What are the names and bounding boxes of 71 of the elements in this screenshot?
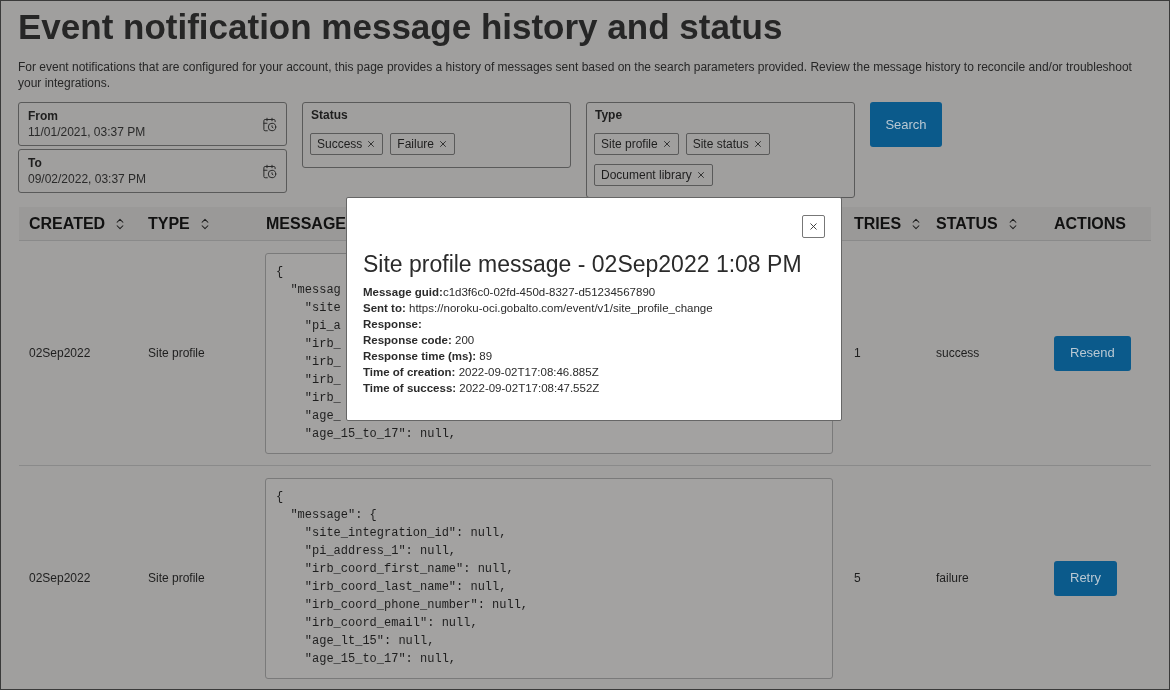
calendar-icon[interactable] bbox=[262, 163, 277, 179]
resend-button[interactable]: Resend bbox=[1054, 335, 1131, 371]
date-field[interactable]: To 09/02/2022, 03:37 PM bbox=[18, 149, 287, 193]
field-value: 11/01/2021, 03:37 PM bbox=[28, 124, 146, 140]
search-button[interactable]: Search bbox=[870, 102, 942, 147]
calendar-icon[interactable] bbox=[262, 116, 277, 132]
filter-chip[interactable]: Site profile bbox=[594, 133, 679, 155]
retry-button[interactable]: Retry bbox=[1054, 560, 1118, 596]
page-title: Event notification message history and status bbox=[18, 6, 784, 48]
code-line: "irb_coord_last_name": null, bbox=[303, 578, 507, 596]
table-cell-text: 02Sep2022 bbox=[29, 570, 92, 587]
column-header[interactable]: CREATED bbox=[29, 211, 106, 236]
page-description: For event notifications that are configured for your account, this page provides a history of messages sent based on the search parameters provided. Review the message history to reconcile and/or troubleshoot your integrations. bbox=[18, 59, 1133, 91]
code-line: "age_ bbox=[303, 407, 341, 425]
code-line: "site_integration_id": null, bbox=[303, 524, 507, 542]
code-line: "age_15_to_17": null, bbox=[303, 650, 457, 668]
close-icon bbox=[808, 221, 819, 232]
column-header[interactable]: STATUS bbox=[936, 211, 998, 236]
chip-field[interactable]: Status Success Failure bbox=[302, 102, 571, 168]
column-header[interactable]: TRIES bbox=[854, 211, 902, 236]
code-line: "irb_coord_phone_number": null, bbox=[303, 596, 529, 614]
field-label: From bbox=[28, 108, 59, 124]
dialog-title: Site profile message - 02Sep2022 1:08 PM bbox=[363, 250, 803, 279]
detail-line: Response time (ms): 89 bbox=[363, 349, 493, 364]
filter-chip[interactable]: Site status bbox=[685, 133, 770, 155]
code-line: "messag bbox=[289, 281, 341, 299]
date-field[interactable]: From 11/01/2021, 03:37 PM bbox=[18, 102, 287, 146]
detail-line: Response code: 200 bbox=[363, 333, 475, 348]
remove-icon[interactable] bbox=[366, 139, 377, 149]
remove-icon[interactable] bbox=[752, 139, 763, 149]
detail-line: Time of success: 2022-09-02T17:08:47.552Z bbox=[363, 381, 600, 396]
code-line: "irb_ bbox=[303, 371, 341, 389]
column-header: MESSAGE bbox=[266, 213, 346, 234]
code-line: "pi_address_1": null, bbox=[303, 542, 457, 560]
code-line: "message": { bbox=[289, 506, 377, 524]
field-label: Type bbox=[595, 107, 624, 123]
code-line: "irb_ bbox=[303, 389, 341, 407]
remove-icon[interactable] bbox=[695, 170, 706, 180]
detail-line: Response: bbox=[363, 317, 422, 332]
code-line: "site bbox=[303, 299, 341, 317]
filter-chip[interactable]: Failure bbox=[390, 133, 456, 155]
chip-field[interactable]: Type Site profile Site status Document library bbox=[586, 102, 855, 198]
remove-icon[interactable] bbox=[661, 139, 672, 149]
code-line: "irb_ bbox=[303, 335, 341, 353]
field-label: Status bbox=[311, 107, 349, 123]
code-line: "irb_coord_email": null, bbox=[303, 614, 478, 632]
detail-line: Message guid:c1d3f6c0-02fd-450d-8327-d51234567890 bbox=[363, 285, 656, 300]
table-cell-text: 02Sep2022 bbox=[29, 345, 92, 362]
field-value: 09/02/2022, 03:37 PM bbox=[28, 171, 147, 187]
close-button[interactable] bbox=[802, 215, 825, 238]
column-header[interactable]: TYPE bbox=[148, 211, 190, 236]
table-cell-text: 1 bbox=[854, 345, 862, 362]
code-line: "irb_ bbox=[303, 353, 341, 371]
code-line: "irb_coord_first_name": null, bbox=[303, 560, 514, 578]
code-line: { bbox=[276, 263, 284, 281]
remove-icon[interactable] bbox=[438, 139, 449, 149]
filter-chip[interactable]: Success bbox=[310, 133, 384, 155]
code-line: "pi_a bbox=[303, 317, 341, 335]
filter-chip[interactable]: Document library bbox=[594, 164, 713, 186]
field-label: To bbox=[28, 155, 43, 171]
detail-line: Sent to: https://noroku-oci.gobalto.com/event/v1/site_profile_change bbox=[363, 301, 713, 316]
detail-line: Time of creation: 2022-09-02T17:08:46.885Z bbox=[363, 365, 599, 380]
table-cell-text: 5 bbox=[854, 570, 862, 587]
code-line: "age_lt_15": null, bbox=[303, 632, 435, 650]
table-cell-text: failure bbox=[936, 570, 970, 587]
table-cell-text: success bbox=[936, 345, 981, 362]
code-line: { bbox=[276, 488, 284, 506]
column-header: ACTIONS bbox=[1054, 213, 1126, 234]
table-cell-text: Site profile bbox=[148, 345, 206, 362]
code-line: "age_15_to_17": null, bbox=[303, 425, 457, 443]
table-cell-text: Site profile bbox=[148, 570, 206, 587]
